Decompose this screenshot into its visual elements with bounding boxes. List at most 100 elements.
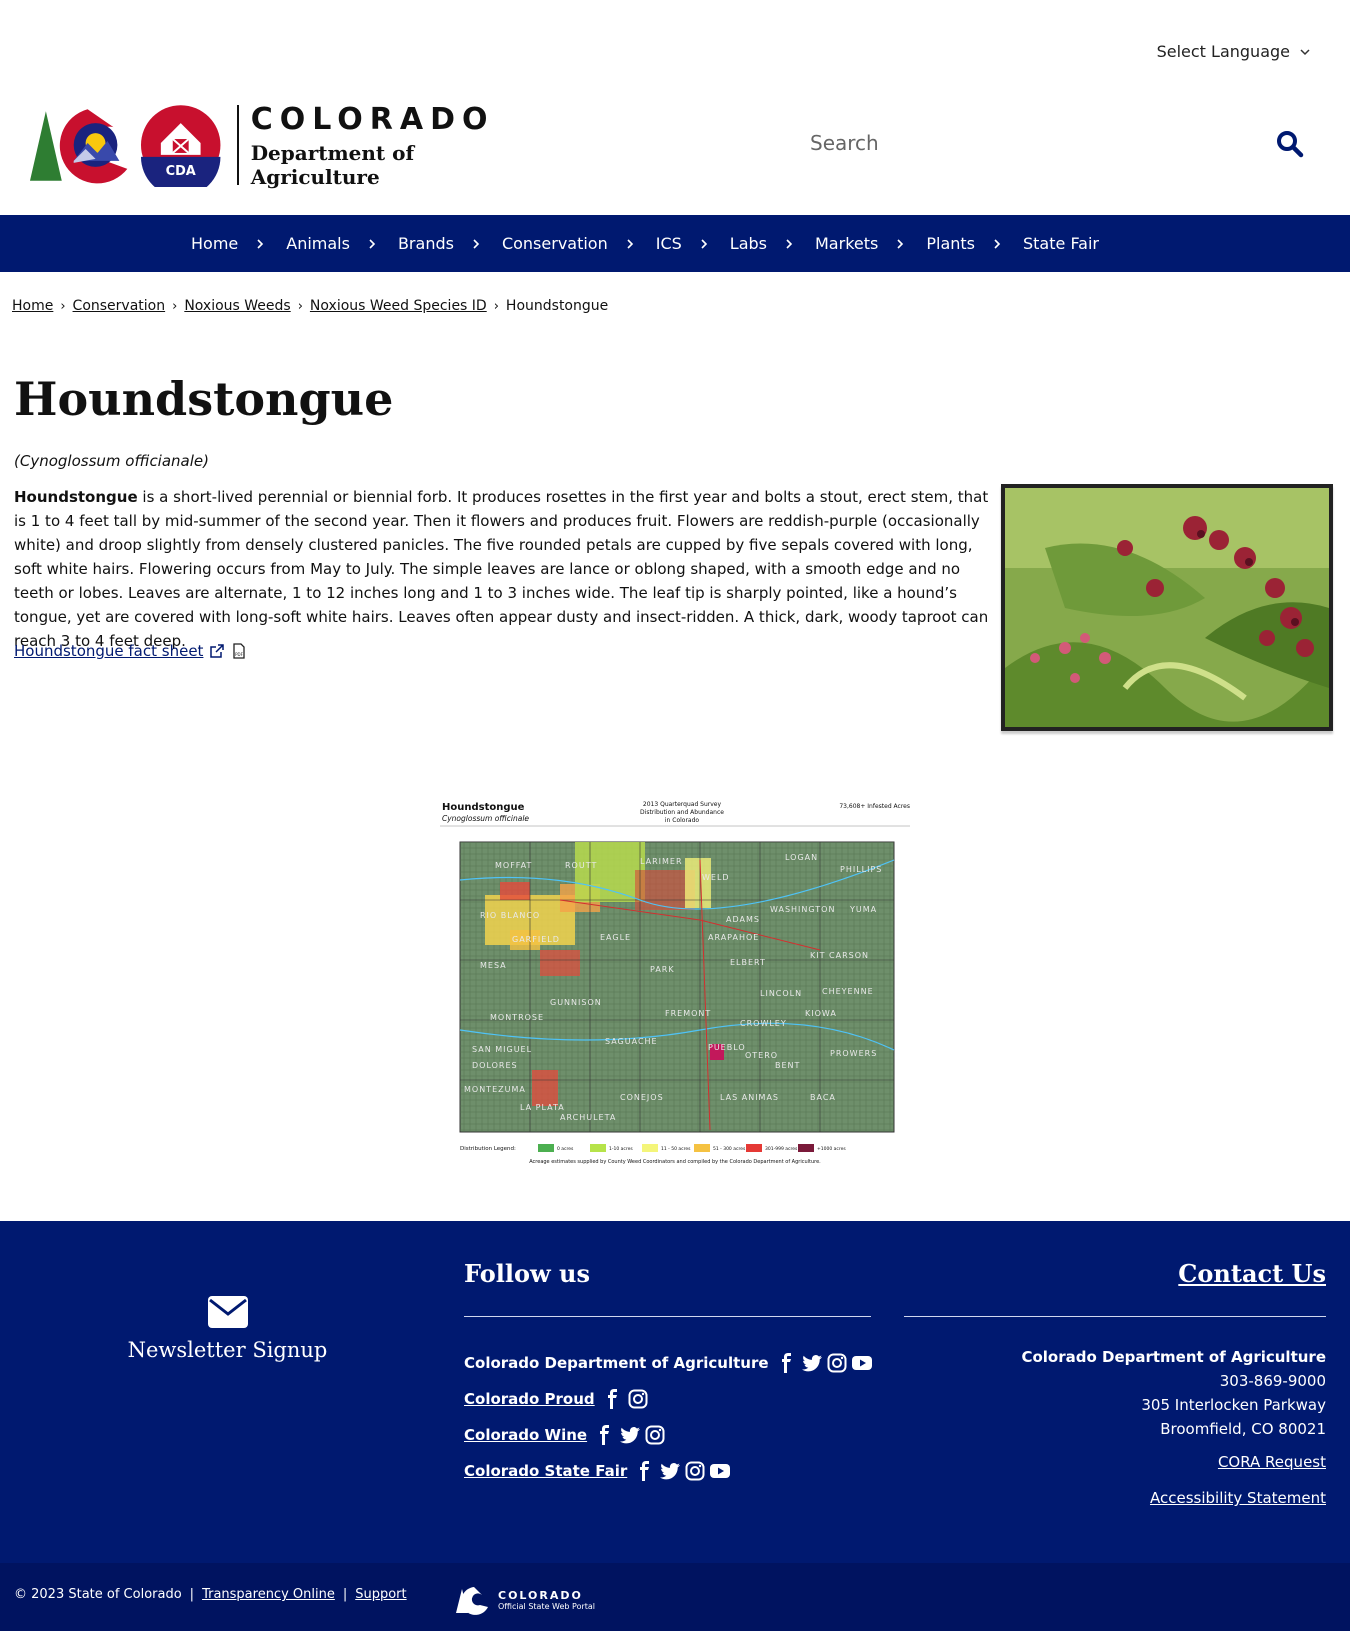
follow-label: Colorado Department of Agriculture	[464, 1354, 769, 1372]
colorado-c-logo-icon	[29, 109, 128, 184]
county-label: GUNNISON	[550, 998, 602, 1007]
contact-street: 305 Interlocken Parkway	[1141, 1396, 1326, 1414]
chevron-right-icon	[897, 238, 904, 249]
instagram-icon[interactable]	[645, 1425, 665, 1445]
envelope-icon	[207, 1296, 248, 1328]
nav-item-labs[interactable]: Labs	[730, 234, 815, 253]
facebook-icon[interactable]	[595, 1425, 615, 1445]
follow-label[interactable]: Colorado State Fair	[464, 1462, 627, 1480]
follow-row: Colorado State Fair	[464, 1453, 877, 1489]
county-label: PROWERS	[830, 1049, 877, 1058]
county-label: RIO BLANCO	[480, 911, 540, 920]
county-label: ARCHULETA	[560, 1113, 616, 1122]
nav-item-plants[interactable]: Plants	[926, 234, 1023, 253]
colorado-portal-logo[interactable]: COLORADO Official State Web Portal	[454, 1585, 595, 1615]
county-label: CROWLEY	[740, 1019, 787, 1028]
contact-us-link[interactable]: Contact Us	[1178, 1259, 1326, 1288]
county-label: BENT	[775, 1061, 800, 1070]
legend-label: 11 - 50 acres	[661, 1146, 691, 1152]
youtube-icon[interactable]	[710, 1461, 731, 1481]
language-select-label: Select Language	[1156, 42, 1290, 61]
facebook-icon[interactable]	[635, 1461, 655, 1481]
breadcrumb-conservation[interactable]: Conservation	[73, 298, 166, 314]
portal-text: COLORADO Official State Web Portal	[498, 1589, 595, 1611]
twitter-icon[interactable]	[620, 1425, 641, 1445]
youtube-icon[interactable]	[851, 1353, 872, 1373]
legend-label: 51 - 300 acres	[713, 1146, 746, 1152]
site-footer: Newsletter Signup Follow us Colorado Dep…	[0, 1221, 1350, 1563]
accessibility-link[interactable]: Accessibility Statement	[1150, 1489, 1326, 1507]
county-label: WELD	[702, 873, 730, 882]
county-label: KIOWA	[805, 1009, 837, 1018]
follow-row: Colorado Wine	[464, 1417, 877, 1453]
county-label: ROUTT	[565, 861, 597, 870]
map-note: Acreage estimates supplied by County Wee…	[529, 1159, 821, 1165]
breadcrumb-separator: ›	[297, 298, 303, 314]
newsletter-signup[interactable]: Newsletter Signup	[125, 1296, 330, 1362]
chevron-right-icon	[257, 238, 264, 249]
county-label: PUEBLO	[708, 1043, 746, 1052]
contact-address: Colorado Department of Agriculture 303-8…	[1021, 1345, 1326, 1441]
facebook-icon[interactable]	[603, 1389, 623, 1409]
nav-item-home[interactable]: Home	[191, 234, 286, 253]
contact-city: Broomfield, CO 80021	[1160, 1420, 1326, 1438]
instagram-icon[interactable]	[685, 1461, 705, 1481]
county-label: DOLORES	[472, 1061, 518, 1070]
nav-item-label: Brands	[397, 234, 454, 253]
county-label: WASHINGTON	[770, 905, 835, 914]
search-input[interactable]	[810, 131, 1250, 155]
breadcrumb-noxious-weeds[interactable]: Noxious Weeds	[184, 298, 290, 314]
nav-item-brands[interactable]: Brands	[398, 234, 502, 253]
contact-phone: 303-869-9000	[1219, 1372, 1326, 1390]
separator: |	[342, 1587, 348, 1602]
distribution-map: Houndstongue Cynoglossum officinale 2013…	[440, 801, 910, 1165]
nav-item-animals[interactable]: Animals	[286, 234, 398, 253]
twitter-icon[interactable]	[801, 1353, 822, 1373]
breadcrumb-home[interactable]: Home	[12, 298, 53, 314]
legend-label: 301-999 acres	[765, 1146, 798, 1152]
follow-label[interactable]: Colorado Proud	[464, 1390, 595, 1408]
county-label: ADAMS	[726, 915, 760, 924]
search-icon[interactable]	[1276, 130, 1304, 158]
nav-item-label: State Fair	[1023, 234, 1099, 253]
instagram-icon[interactable]	[628, 1389, 648, 1409]
follow-label[interactable]: Colorado Wine	[464, 1426, 587, 1444]
nav-item-label: Markets	[815, 234, 879, 253]
county-label: LARIMER	[640, 857, 683, 866]
follow-us-title: Follow us	[464, 1259, 590, 1288]
breadcrumb-species-id[interactable]: Noxious Weed Species ID	[310, 298, 487, 314]
map-title: Houndstongue	[442, 802, 525, 813]
instagram-icon[interactable]	[827, 1353, 847, 1373]
site-header: CDA COLORADO Department of Agriculture	[28, 100, 1328, 190]
chevron-right-icon	[994, 238, 1001, 249]
copyright-text: © 2023 State of Colorado	[14, 1587, 182, 1602]
county-label: SAGUACHE	[605, 1037, 658, 1046]
nav-item-conservation[interactable]: Conservation	[502, 234, 656, 253]
twitter-icon[interactable]	[660, 1461, 681, 1481]
county-label: ELBERT	[730, 958, 766, 967]
facebook-icon[interactable]	[777, 1353, 797, 1373]
county-label: LA PLATA	[520, 1103, 565, 1112]
nav-item-markets[interactable]: Markets	[815, 234, 926, 253]
county-label: MOFFAT	[495, 861, 532, 870]
fact-sheet-link[interactable]: Houndstongue fact sheet	[14, 642, 203, 660]
nav-item-label: Home	[191, 234, 239, 253]
chevron-right-icon	[627, 238, 633, 249]
portal-sub: Official State Web Portal	[498, 1602, 596, 1611]
nav-item-ics[interactable]: ICS	[656, 234, 730, 253]
nav-item-state-fair[interactable]: State Fair	[1023, 234, 1099, 253]
breadcrumb-separator: ›	[172, 298, 178, 314]
county-label: LOGAN	[785, 853, 818, 862]
main-nav: Home Animals Brands Conservation ICS Labs Mark…	[0, 215, 1350, 272]
fact-sheet: Houndstongue fact sheet PDF	[14, 642, 247, 660]
county-label: MONTEZUMA	[464, 1085, 526, 1094]
language-select[interactable]: Select Language	[1157, 42, 1310, 61]
county-label: LAS ANIMAS	[720, 1093, 779, 1102]
chevron-right-icon	[473, 238, 480, 249]
cora-request-link[interactable]: CORA Request	[1218, 1453, 1326, 1471]
cda-logo[interactable]: CDA COLORADO Department of Agriculture	[28, 100, 548, 190]
support-link[interactable]: Support	[355, 1587, 406, 1602]
transparency-link[interactable]: Transparency Online	[202, 1587, 335, 1602]
legend-swatch	[798, 1144, 814, 1152]
breadcrumb: Home › Conservation › Noxious Weeds › No…	[12, 298, 608, 314]
